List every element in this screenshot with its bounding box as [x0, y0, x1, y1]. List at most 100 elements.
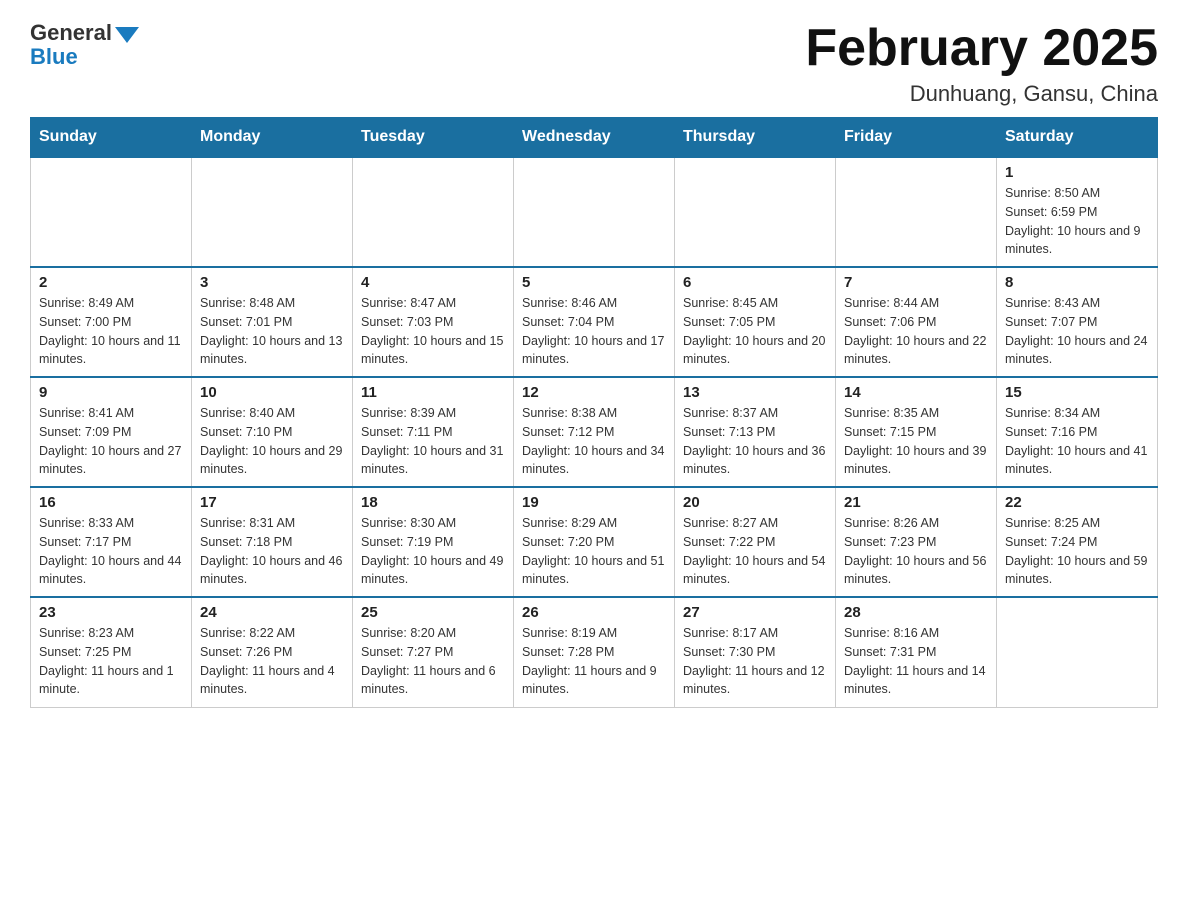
calendar-cell: 19 Sunrise: 8:29 AMSunset: 7:20 PMDayligh… [514, 487, 675, 597]
day-info: Sunrise: 8:49 AMSunset: 7:00 PMDaylight:… [39, 294, 183, 369]
day-number: 7 [844, 274, 988, 291]
calendar-week-row: 1 Sunrise: 8:50 AMSunset: 6:59 PMDaylight… [31, 157, 1158, 267]
day-number: 23 [39, 604, 183, 621]
calendar-cell: 1 Sunrise: 8:50 AMSunset: 6:59 PMDaylight… [997, 157, 1158, 267]
day-number: 18 [361, 494, 505, 511]
calendar-cell: 8 Sunrise: 8:43 AMSunset: 7:07 PMDaylight… [997, 267, 1158, 377]
day-info: Sunrise: 8:38 AMSunset: 7:12 PMDaylight:… [522, 404, 666, 479]
day-info: Sunrise: 8:40 AMSunset: 7:10 PMDaylight:… [200, 404, 344, 479]
calendar-cell: 18 Sunrise: 8:30 AMSunset: 7:19 PMDayligh… [353, 487, 514, 597]
calendar-cell [675, 157, 836, 267]
day-info: Sunrise: 8:29 AMSunset: 7:20 PMDaylight:… [522, 514, 666, 589]
day-number: 12 [522, 384, 666, 401]
day-number: 11 [361, 384, 505, 401]
calendar-cell: 27 Sunrise: 8:17 AMSunset: 7:30 PMDayligh… [675, 597, 836, 707]
calendar-cell: 12 Sunrise: 8:38 AMSunset: 7:12 PMDayligh… [514, 377, 675, 487]
day-info: Sunrise: 8:34 AMSunset: 7:16 PMDaylight:… [1005, 404, 1149, 479]
logo-general-label: General [30, 20, 112, 46]
day-info: Sunrise: 8:33 AMSunset: 7:17 PMDaylight:… [39, 514, 183, 589]
calendar-cell: 25Sunrise: 8:20 AMSunset: 7:27 PMDayligh… [353, 597, 514, 707]
day-number: 27 [683, 604, 827, 621]
day-number: 8 [1005, 274, 1149, 291]
day-info: Sunrise: 8:45 AMSunset: 7:05 PMDaylight:… [683, 294, 827, 369]
day-number: 13 [683, 384, 827, 401]
day-number: 28 [844, 604, 988, 621]
day-info: Sunrise: 8:30 AMSunset: 7:19 PMDaylight:… [361, 514, 505, 589]
day-info: Sunrise: 8:43 AMSunset: 7:07 PMDaylight:… [1005, 294, 1149, 369]
day-info: Sunrise: 8:17 AMSunset: 7:30 PMDaylight:… [683, 624, 827, 699]
day-info: Sunrise: 8:19 AMSunset: 7:28 PMDaylight:… [522, 624, 666, 699]
day-number: 24 [200, 604, 344, 621]
page-header: General Blue February 2025 Dunhuang, Gan… [30, 20, 1158, 107]
calendar-cell: 4Sunrise: 8:47 AMSunset: 7:03 PMDaylight… [353, 267, 514, 377]
day-info: Sunrise: 8:41 AMSunset: 7:09 PMDaylight:… [39, 404, 183, 479]
weekday-header-tuesday: Tuesday [353, 118, 514, 158]
day-info: Sunrise: 8:16 AMSunset: 7:31 PMDaylight:… [844, 624, 988, 699]
calendar-cell: 9 Sunrise: 8:41 AMSunset: 7:09 PMDaylight… [31, 377, 192, 487]
calendar-cell [997, 597, 1158, 707]
calendar-cell: 5 Sunrise: 8:46 AMSunset: 7:04 PMDaylight… [514, 267, 675, 377]
logo-general-text: General [30, 20, 139, 46]
weekday-header-friday: Friday [836, 118, 997, 158]
day-info: Sunrise: 8:22 AMSunset: 7:26 PMDaylight:… [200, 624, 344, 699]
calendar-cell: 17 Sunrise: 8:31 AMSunset: 7:18 PMDayligh… [192, 487, 353, 597]
day-number: 10 [200, 384, 344, 401]
day-info: Sunrise: 8:37 AMSunset: 7:13 PMDaylight:… [683, 404, 827, 479]
calendar-cell: 26 Sunrise: 8:19 AMSunset: 7:28 PMDayligh… [514, 597, 675, 707]
calendar-week-row: 9 Sunrise: 8:41 AMSunset: 7:09 PMDaylight… [31, 377, 1158, 487]
day-info: Sunrise: 8:27 AMSunset: 7:22 PMDaylight:… [683, 514, 827, 589]
day-number: 20 [683, 494, 827, 511]
calendar-cell [353, 157, 514, 267]
logo-blue-label: Blue [30, 44, 78, 70]
calendar-cell: 23 Sunrise: 8:23 AMSunset: 7:25 PMDayligh… [31, 597, 192, 707]
day-number: 17 [200, 494, 344, 511]
day-number: 9 [39, 384, 183, 401]
day-info: Sunrise: 8:23 AMSunset: 7:25 PMDaylight:… [39, 624, 183, 699]
day-number: 19 [522, 494, 666, 511]
calendar-subtitle: Dunhuang, Gansu, China [805, 81, 1158, 107]
day-info: Sunrise: 8:31 AMSunset: 7:18 PMDaylight:… [200, 514, 344, 589]
day-info: Sunrise: 8:39 AMSunset: 7:11 PMDaylight:… [361, 404, 505, 479]
weekday-header-thursday: Thursday [675, 118, 836, 158]
calendar-week-row: 2 Sunrise: 8:49 AMSunset: 7:00 PMDaylight… [31, 267, 1158, 377]
day-number: 5 [522, 274, 666, 291]
day-number: 14 [844, 384, 988, 401]
calendar-cell: 24 Sunrise: 8:22 AMSunset: 7:26 PMDayligh… [192, 597, 353, 707]
calendar-header-row: SundayMondayTuesdayWednesdayThursdayFrid… [31, 118, 1158, 158]
day-number: 16 [39, 494, 183, 511]
day-number: 4 [361, 274, 505, 291]
calendar-cell: 6 Sunrise: 8:45 AMSunset: 7:05 PMDaylight… [675, 267, 836, 377]
calendar-cell: 10 Sunrise: 8:40 AMSunset: 7:10 PMDayligh… [192, 377, 353, 487]
day-number: 22 [1005, 494, 1149, 511]
day-number: 6 [683, 274, 827, 291]
title-block: February 2025 Dunhuang, Gansu, China [805, 20, 1158, 107]
calendar-table: SundayMondayTuesdayWednesdayThursdayFrid… [30, 117, 1158, 708]
day-number: 21 [844, 494, 988, 511]
calendar-cell [192, 157, 353, 267]
day-info: Sunrise: 8:46 AMSunset: 7:04 PMDaylight:… [522, 294, 666, 369]
day-number: 26 [522, 604, 666, 621]
calendar-cell: 22 Sunrise: 8:25 AMSunset: 7:24 PMDayligh… [997, 487, 1158, 597]
calendar-title: February 2025 [805, 20, 1158, 77]
calendar-cell: 28 Sunrise: 8:16 AMSunset: 7:31 PMDayligh… [836, 597, 997, 707]
weekday-header-wednesday: Wednesday [514, 118, 675, 158]
day-info: Sunrise: 8:26 AMSunset: 7:23 PMDaylight:… [844, 514, 988, 589]
calendar-cell [31, 157, 192, 267]
day-number: 25 [361, 604, 505, 621]
calendar-cell: 11 Sunrise: 8:39 AMSunset: 7:11 PMDayligh… [353, 377, 514, 487]
weekday-header-sunday: Sunday [31, 118, 192, 158]
calendar-cell: 15 Sunrise: 8:34 AMSunset: 7:16 PMDayligh… [997, 377, 1158, 487]
calendar-cell: 2 Sunrise: 8:49 AMSunset: 7:00 PMDaylight… [31, 267, 192, 377]
calendar-cell: 7Sunrise: 8:44 AMSunset: 7:06 PMDaylight… [836, 267, 997, 377]
calendar-cell [836, 157, 997, 267]
calendar-cell: 14Sunrise: 8:35 AMSunset: 7:15 PMDayligh… [836, 377, 997, 487]
day-number: 2 [39, 274, 183, 291]
logo: General Blue [30, 20, 139, 70]
day-info: Sunrise: 8:25 AMSunset: 7:24 PMDaylight:… [1005, 514, 1149, 589]
weekday-header-monday: Monday [192, 118, 353, 158]
day-number: 1 [1005, 164, 1149, 181]
day-info: Sunrise: 8:50 AMSunset: 6:59 PMDaylight:… [1005, 184, 1149, 259]
day-number: 15 [1005, 384, 1149, 401]
calendar-cell: 20 Sunrise: 8:27 AMSunset: 7:22 PMDayligh… [675, 487, 836, 597]
calendar-cell: 21 Sunrise: 8:26 AMSunset: 7:23 PMDayligh… [836, 487, 997, 597]
